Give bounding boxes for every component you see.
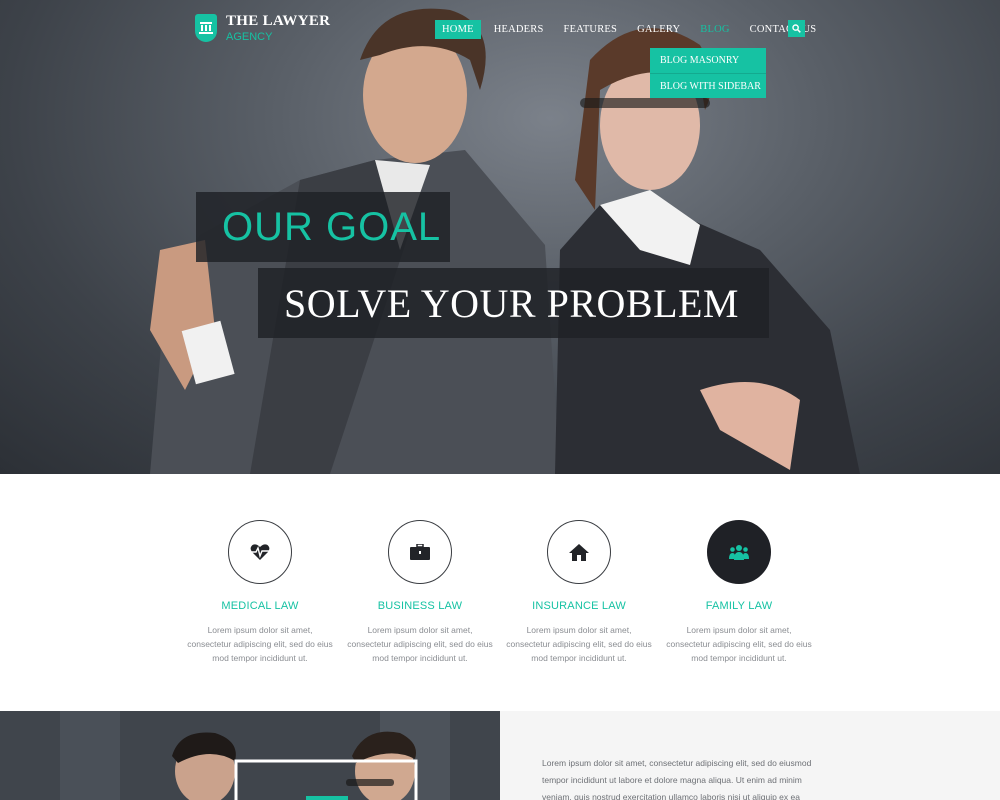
- heartbeat-icon: [250, 544, 270, 560]
- service-family-law[interactable]: FAMILY LAW Lorem ipsum dolor sit amet, c…: [664, 520, 814, 665]
- service-title: MEDICAL LAW: [221, 600, 299, 612]
- nav-item-blog[interactable]: BLOG: [693, 20, 736, 39]
- search-icon: [792, 24, 801, 33]
- service-medical-law[interactable]: MEDICAL LAW Lorem ipsum dolor sit amet, …: [185, 520, 335, 665]
- brand-logo[interactable]: THE LAWYER AGENCY: [195, 13, 330, 43]
- family-icon: [729, 545, 749, 560]
- home-icon: [569, 543, 589, 561]
- hero-heading-box: OUR GOAL: [196, 192, 450, 262]
- search-button[interactable]: [788, 20, 805, 37]
- nav-item-home[interactable]: HOME: [435, 20, 481, 39]
- menu-item-blog-masonry[interactable]: BLOG MASONRY: [650, 48, 766, 73]
- hero-photo: [150, 8, 860, 474]
- hero-heading: OUR GOAL: [222, 204, 442, 249]
- about-section: Lorem ipsum dolor sit amet, consectetur …: [500, 711, 1000, 800]
- nav-item-galery[interactable]: GALERY: [630, 20, 687, 39]
- brand-subtitle: AGENCY: [226, 31, 273, 43]
- hero-subheading-box: SOLVE YOUR PROBLEM: [258, 268, 769, 338]
- nav-item-contact-us[interactable]: CONTACT US: [743, 20, 824, 39]
- service-description: Lorem ipsum dolor sit amet, consectetur …: [187, 625, 333, 663]
- nav-item-headers[interactable]: HEADERS: [487, 20, 551, 39]
- service-title: BUSINESS LAW: [377, 600, 463, 612]
- main-nav: HOME HEADERS FEATURES GALERY BLOG CONTAC…: [435, 20, 829, 39]
- service-title: FAMILY LAW: [705, 600, 773, 612]
- briefcase-icon: [410, 544, 430, 560]
- service-title: INSURANCE LAW: [532, 600, 626, 612]
- service-icon-circle: [547, 520, 611, 584]
- brand-title: THE LAWYER: [226, 13, 331, 29]
- menu-item-blog-with-sidebar[interactable]: BLOG WITH SIDEBAR: [650, 73, 766, 98]
- about-photo: [0, 711, 500, 800]
- hero-section: THE LAWYER AGENCY HOME HEADERS FEATURES …: [0, 0, 1000, 474]
- service-icon-circle: [707, 520, 771, 584]
- courthouse-icon: [195, 14, 217, 42]
- service-description: Lorem ipsum dolor sit amet, consectetur …: [506, 625, 652, 663]
- services-section: MEDICAL LAW Lorem ipsum dolor sit amet, …: [0, 474, 1000, 711]
- service-icon-circle: [388, 520, 452, 584]
- service-description: Lorem ipsum dolor sit amet, consectetur …: [347, 625, 493, 663]
- service-insurance-law[interactable]: INSURANCE LAW Lorem ipsum dolor sit amet…: [504, 520, 654, 665]
- service-business-law[interactable]: BUSINESS LAW Lorem ipsum dolor sit amet,…: [345, 520, 495, 665]
- nav-item-features[interactable]: FEATURES: [557, 20, 625, 39]
- service-icon-circle: [228, 520, 292, 584]
- hero-subheading: SOLVE YOUR PROBLEM: [284, 280, 739, 326]
- about-text: Lorem ipsum dolor sit amet, consectetur …: [542, 758, 812, 800]
- blog-dropdown-menu: BLOG MASONRY BLOG WITH SIDEBAR: [650, 48, 766, 98]
- service-description: Lorem ipsum dolor sit amet, consectetur …: [666, 625, 812, 663]
